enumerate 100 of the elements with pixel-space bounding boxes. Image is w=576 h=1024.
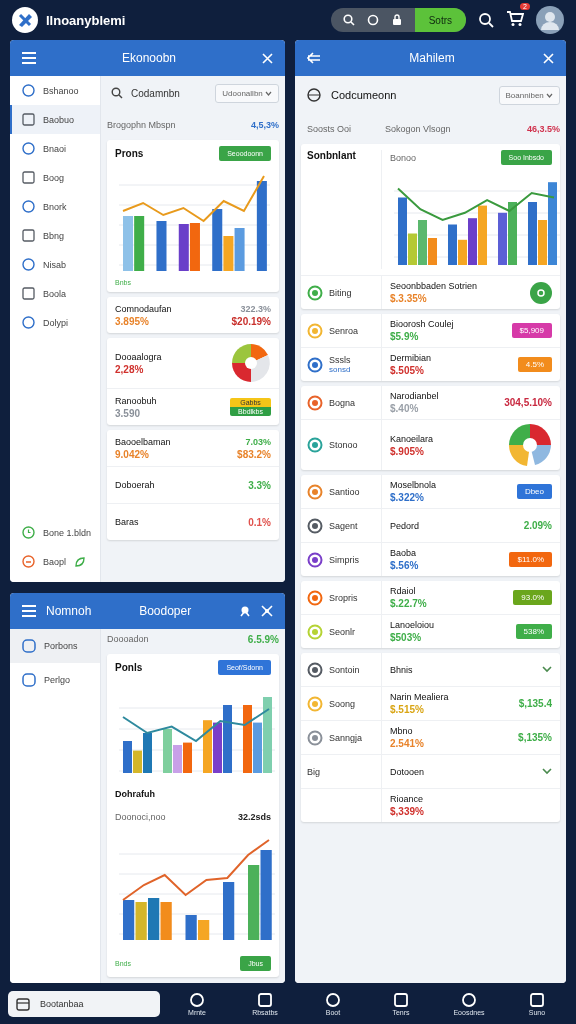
row-label: Soong	[329, 698, 356, 709]
circle-icon	[325, 991, 341, 1008]
lock-icon[interactable]	[390, 14, 403, 26]
item-title: Bioorosh Coulej	[390, 319, 454, 329]
action-button[interactable]: Sotrs	[414, 8, 466, 32]
item-title: Dermibian	[390, 353, 431, 363]
sidebar-item[interactable]: Bnork	[10, 192, 100, 221]
card-title: Prons	[115, 148, 144, 159]
item-value: $,339%	[390, 806, 424, 817]
section-title: Dohrafuh	[115, 789, 156, 800]
search-icon[interactable]	[342, 14, 355, 26]
search-field[interactable]: Bootanbaa	[8, 990, 160, 1017]
square-icon	[22, 287, 35, 300]
row-label: Senroa	[329, 325, 359, 336]
sidebar-item[interactable]: Dolypi	[10, 308, 100, 337]
item-value: $.40%	[390, 403, 419, 414]
item-value: 3.895%	[115, 315, 149, 327]
circle-icon	[22, 555, 35, 568]
search-icon	[111, 87, 123, 99]
chevron-icon[interactable]	[542, 666, 552, 673]
summary-label: Soosts Ooi	[306, 124, 353, 134]
item-value: $,135%	[518, 732, 552, 743]
row-label: Seonlr	[329, 626, 355, 637]
leaf-icon	[74, 555, 87, 568]
summary-value: 6.5.9%	[247, 633, 279, 645]
menu-icon[interactable]	[22, 605, 36, 617]
circle-icon	[22, 258, 35, 271]
round-button[interactable]	[530, 281, 552, 304]
chevron-icon[interactable]	[542, 768, 552, 775]
row-label: Sagent	[329, 520, 358, 531]
sidebar-item[interactable]: Boola	[10, 279, 100, 308]
section-value: 32.2sds	[237, 811, 271, 822]
circle-icon[interactable]	[366, 14, 379, 26]
sidebar-item[interactable]: Porbons	[10, 629, 100, 663]
item-title: Baoba	[390, 548, 417, 558]
square-icon	[393, 991, 409, 1008]
caret-icon	[546, 92, 553, 98]
search-field[interactable]: Codamnbn	[107, 87, 180, 99]
menu-icon[interactable]	[22, 52, 36, 64]
row-label: Sropris	[329, 592, 358, 603]
dropdown[interactable]: Udoonallbn	[215, 83, 279, 103]
close-icon[interactable]	[543, 52, 554, 64]
row-label: Big	[307, 766, 320, 777]
chart-bar	[123, 216, 134, 271]
panel-title: Mahilem	[408, 51, 456, 65]
sidebar-item[interactable]: Bbng	[10, 221, 100, 250]
summary-label: Sokogon Vlsogn	[384, 124, 452, 134]
circle-icon	[536, 287, 546, 298]
dropdown[interactable]: Boanniben	[498, 85, 560, 105]
chart-bar	[198, 919, 210, 940]
pie-chart-drawing	[231, 343, 271, 383]
sidebar-item[interactable]: Baobuo	[10, 105, 100, 134]
chart-bar	[183, 742, 192, 774]
sidebar-item[interactable]: Baopl	[10, 547, 100, 576]
clock-icon	[22, 526, 35, 539]
sidebar-item[interactable]: Bshanoo	[10, 76, 100, 105]
square-icon	[22, 171, 35, 184]
item-value: 3.3%	[248, 479, 271, 491]
item-title: Baooelbaman	[115, 436, 171, 447]
item-title: Narin Mealiera	[390, 692, 449, 702]
circle-icon	[22, 316, 35, 329]
back-icon[interactable]	[307, 52, 321, 64]
chart-bar	[185, 914, 197, 940]
sidebar-item[interactable]: Perlgo	[10, 663, 100, 697]
sidebar-item[interactable]: Bnaoi	[10, 134, 100, 163]
item-value: 3.590	[115, 407, 141, 419]
item-value: $.22.7%	[390, 598, 427, 609]
logo-icon	[12, 7, 38, 33]
sidebar-item[interactable]: Bone 1.bldn	[10, 518, 100, 547]
globe-icon	[307, 88, 321, 102]
summary-label: Brogophn Mbspn	[107, 120, 176, 130]
value-badge[interactable]: Dbeo	[516, 484, 552, 499]
chart-bar	[178, 224, 189, 271]
value-badge[interactable]: $5,909	[511, 323, 552, 338]
item-title: Mbno	[390, 726, 413, 736]
row-label: Santioo	[329, 486, 360, 497]
item-title: Lanoeloiou	[390, 620, 435, 630]
card-subtitle: Bonoo	[390, 152, 417, 163]
chart-bar	[123, 741, 132, 774]
tab[interactable]: Codcumeonn	[331, 89, 489, 101]
chart-bar	[213, 722, 222, 774]
cart-icon[interactable]	[506, 9, 524, 27]
search-icon[interactable]	[478, 12, 494, 28]
chart-bar	[528, 202, 537, 265]
circle-icon	[461, 991, 477, 1008]
item-title: Rioance	[390, 794, 424, 804]
sidebar-item[interactable]: Nisab	[10, 250, 100, 279]
close-icon[interactable]	[262, 52, 273, 64]
section-label: Doonoci,noo	[115, 811, 166, 822]
avatar-icon[interactable]	[536, 6, 564, 34]
app-title: Ilnoanyblemi	[46, 12, 126, 28]
row-label: Biting	[329, 287, 352, 298]
chart-bar	[160, 901, 172, 940]
row-label: Simpris	[329, 554, 359, 565]
chart-bar	[189, 223, 200, 271]
sidebar-item[interactable]: Boog	[10, 163, 100, 192]
panel-title: Nomnoh	[46, 604, 92, 618]
item-title: Kanoeilara	[390, 433, 434, 444]
item-title: Doboerah	[115, 480, 155, 490]
summary-value: 4,5,3%	[250, 120, 279, 130]
